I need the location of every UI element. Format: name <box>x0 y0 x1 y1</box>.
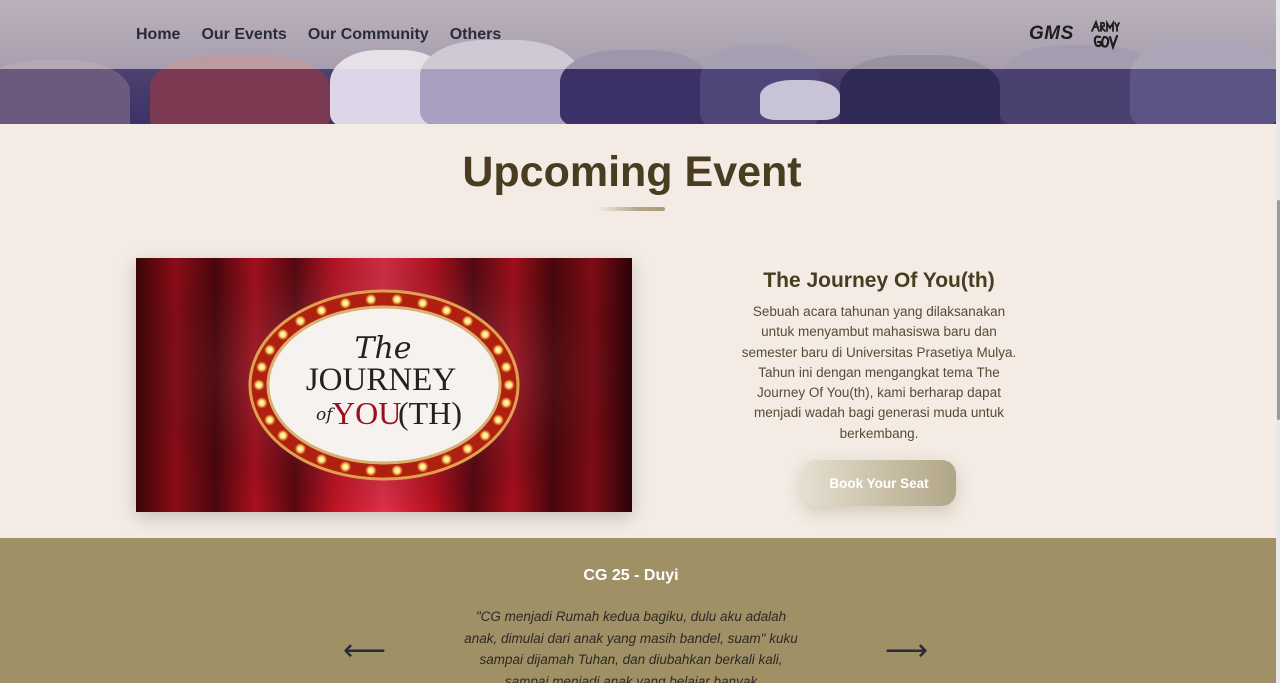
marquee-bulb <box>256 361 268 373</box>
marquee-bulb <box>256 397 268 409</box>
marquee-bulb <box>441 305 452 317</box>
marquee-bulb <box>277 430 289 442</box>
marquee-bulb <box>462 315 474 327</box>
gms-logo[interactable]: GMS <box>1029 23 1074 45</box>
marquee-bulb <box>339 461 351 473</box>
poster-text-you: YOU <box>332 395 401 431</box>
marquee-bulb <box>417 461 429 473</box>
marquee-bulb <box>500 361 512 373</box>
marquee-bulb <box>339 297 351 309</box>
marquee-bulb <box>500 397 512 409</box>
marquee-bulb <box>365 465 377 477</box>
nav-home[interactable]: Home <box>136 26 180 44</box>
navbar: Home Our Events Our Community Others GMS <box>0 0 1276 69</box>
hero-photo-shape <box>0 60 130 124</box>
marquee-bulb <box>264 344 276 356</box>
hero-banner: Home Our Events Our Community Others GMS <box>0 0 1276 124</box>
marquee-bulb <box>503 379 515 391</box>
marquee-bulb <box>391 465 403 477</box>
marquee-bulb <box>365 293 377 305</box>
event-description: Sebuah acara tahunan yang dilaksanakan u… <box>741 304 1017 441</box>
page-scrollbar[interactable] <box>1276 0 1280 683</box>
marquee-bulb <box>316 453 327 465</box>
marquee-bulb <box>462 443 474 455</box>
section-title: Upcoming Event <box>462 148 802 196</box>
marquee-bulb <box>277 328 289 340</box>
marquee-bulb <box>253 379 265 391</box>
testimonial-section: CG 25 - Duyi ⟵ "CG menjadi Rumah kedua b… <box>0 538 1276 683</box>
marquee-bulb <box>391 293 403 305</box>
marquee-bulb <box>492 414 504 426</box>
marquee-bulb <box>417 297 429 309</box>
marquee-bulb <box>294 443 306 455</box>
prev-arrow-icon[interactable]: ⟵ <box>343 636 386 666</box>
poster-text-th: (TH) <box>398 395 462 431</box>
marquee-bulb <box>479 430 491 442</box>
nav-links: Home Our Events Our Community Others <box>136 0 501 69</box>
event-info: The Journey Of You(th) Sebuah acara tahu… <box>740 266 1018 444</box>
nav-others[interactable]: Others <box>450 26 502 44</box>
curtain-stage-illustration: The JOURNEY of YOU (TH) <box>136 258 632 512</box>
poster-text-journey: JOURNEY <box>306 362 456 398</box>
marquee-bulb <box>294 315 306 327</box>
event-poster-image: The JOURNEY of YOU (TH) <box>136 258 632 512</box>
testimonial-name: CG 25 - Duyi <box>583 567 679 584</box>
marquee-bulb <box>479 328 491 340</box>
nav-our-community[interactable]: Our Community <box>308 26 429 44</box>
marquee-bulb <box>316 305 327 317</box>
event-title: The Journey Of You(th) <box>763 269 995 292</box>
testimonial-quote: "CG menjadi Rumah kedua bagiku, dulu aku… <box>464 609 798 683</box>
marquee-bulb <box>264 414 276 426</box>
marquee-bulb <box>441 453 452 465</box>
marquee-bulb <box>492 344 504 356</box>
book-your-seat-button[interactable]: Book Your Seat <box>802 460 956 506</box>
title-underline <box>597 207 665 211</box>
hero-photo-shape <box>760 80 840 120</box>
army-gov-logo[interactable] <box>1088 17 1122 51</box>
next-arrow-icon[interactable]: ⟶ <box>885 636 928 666</box>
nav-our-events[interactable]: Our Events <box>201 26 286 44</box>
poster-text-the: The <box>354 331 411 366</box>
